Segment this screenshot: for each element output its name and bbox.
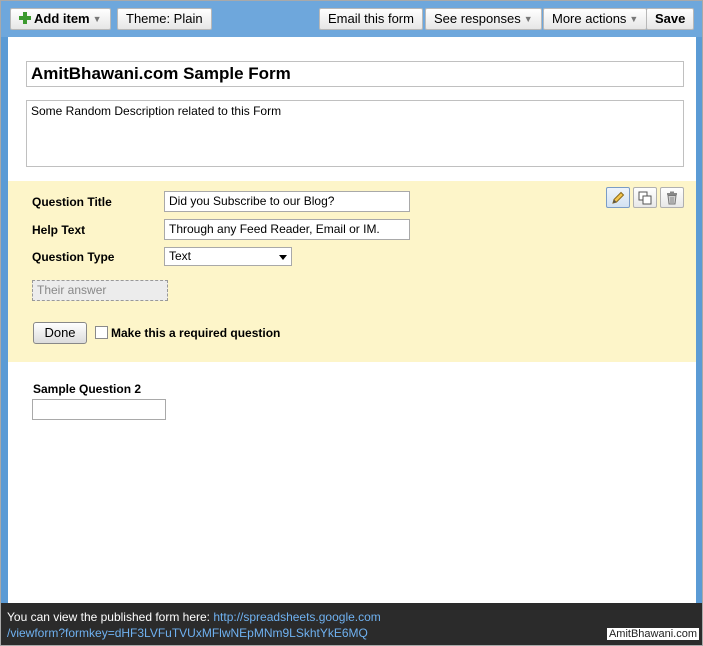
trash-icon — [667, 191, 677, 205]
help-text-label: Help Text — [32, 223, 86, 237]
edit-question-button[interactable] — [606, 187, 630, 208]
plus-icon — [19, 12, 31, 24]
save-button[interactable]: Save — [646, 8, 695, 30]
delete-question-button[interactable] — [660, 187, 684, 208]
chevron-down-icon: ▼ — [523, 14, 533, 24]
question-2-input[interactable] — [32, 399, 166, 420]
chevron-down-icon: ▼ — [629, 14, 639, 24]
question-type-select[interactable]: Text — [164, 247, 292, 266]
add-item-button[interactable]: Add item ▼ — [10, 8, 111, 30]
chevron-down-icon: ▼ — [92, 14, 102, 24]
editor-window: Add item ▼ Theme: Plain Email this form S… — [0, 0, 703, 646]
footer-text: You can view the published form here: — [7, 610, 214, 624]
dropdown-arrow-icon — [279, 255, 287, 260]
question-title-label: Question Title — [32, 195, 112, 209]
duplicate-question-button[interactable] — [633, 187, 657, 208]
done-button[interactable]: Done — [33, 322, 87, 344]
more-actions-button[interactable]: More actions ▼ — [543, 8, 648, 30]
form-title-input[interactable]: AmitBhawani.com Sample Form — [26, 61, 684, 87]
answer-preview: Their answer — [32, 280, 168, 301]
theme-button[interactable]: Theme: Plain — [117, 8, 212, 30]
email-form-button[interactable]: Email this form — [319, 8, 423, 30]
watermark: AmitBhawani.com — [606, 628, 699, 640]
question-title-input[interactable]: Did you Subscribe to our Blog? — [164, 191, 410, 212]
form-canvas: AmitBhawani.com Sample Form Some Random … — [8, 37, 696, 603]
published-url-link-continued[interactable]: /viewform?formkey=dHF3LVFuTVUxMFlwNEpMNm… — [7, 626, 368, 640]
pencil-icon — [612, 191, 625, 204]
question-2-label: Sample Question 2 — [33, 382, 142, 396]
duplicate-icon — [638, 191, 652, 205]
question-type-label: Question Type — [32, 250, 115, 264]
required-checkbox[interactable] — [95, 326, 108, 339]
form-description-input[interactable]: Some Random Description related to this … — [26, 100, 684, 167]
published-form-footer: You can view the published form here: ht… — [1, 603, 702, 645]
toolbar: Add item ▼ Theme: Plain Email this form S… — [1, 1, 702, 37]
see-responses-button[interactable]: See responses ▼ — [425, 8, 542, 30]
help-text-input[interactable]: Through any Feed Reader, Email or IM. — [164, 219, 410, 240]
published-url-link[interactable]: http://spreadsheets.google.com — [213, 610, 380, 624]
required-label: Make this a required question — [111, 326, 281, 340]
